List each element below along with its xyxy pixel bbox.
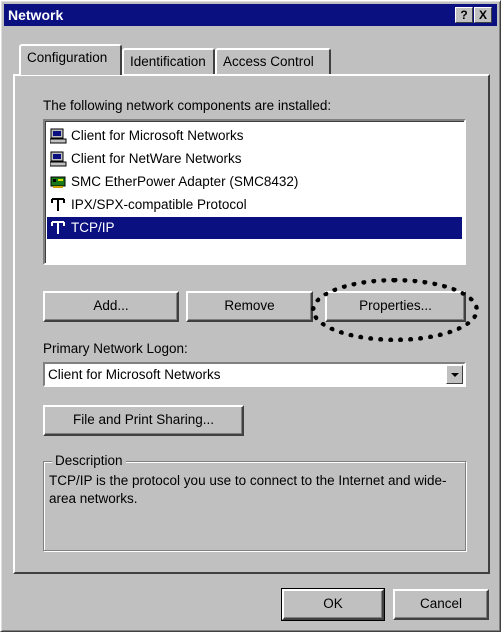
network-dialog: Network ? X Configuration Identification…	[0, 0, 501, 632]
adapter-icon	[50, 174, 67, 190]
description-text: TCP/IP is the protocol you use to connec…	[49, 473, 447, 506]
components-label: The following network components are ins…	[43, 98, 332, 113]
tab-identification-label: Identification	[130, 54, 206, 69]
logon-select-value: Client for Microsoft Networks	[48, 367, 221, 382]
list-item-selected[interactable]: TCP/IP	[47, 217, 462, 239]
logon-label: Primary Network Logon:	[43, 341, 188, 356]
close-button[interactable]: X	[474, 7, 492, 23]
client-icon	[49, 128, 67, 144]
title-bar[interactable]: Network ? X	[4, 4, 497, 26]
list-item[interactable]: IPX/SPX-compatible Protocol	[47, 194, 462, 216]
tab-identification[interactable]: Identification	[122, 48, 215, 76]
chevron-down-icon[interactable]	[446, 365, 463, 384]
file-print-sharing-button[interactable]: File and Print Sharing...	[43, 405, 244, 436]
tab-access-control-label: Access Control	[223, 54, 314, 69]
description-legend: Description	[52, 453, 126, 469]
list-item-label: Client for NetWare Networks	[71, 151, 242, 166]
logon-select[interactable]: Client for Microsoft Networks	[43, 362, 466, 387]
tab-configuration-label: Configuration	[27, 50, 108, 65]
protocol-icon	[50, 197, 67, 213]
remove-button[interactable]: Remove	[186, 291, 313, 322]
protocol-icon	[50, 220, 67, 236]
list-item[interactable]: SMC EtherPower Adapter (SMC8432)	[47, 171, 462, 193]
window-title: Network	[8, 7, 64, 23]
help-button[interactable]: ?	[455, 7, 473, 23]
list-item-label: SMC EtherPower Adapter (SMC8432)	[71, 174, 299, 189]
list-item-label: Client for Microsoft Networks	[71, 128, 244, 143]
tab-access-control[interactable]: Access Control	[215, 48, 331, 76]
cancel-button[interactable]: Cancel	[393, 589, 489, 620]
list-item[interactable]: Client for Microsoft Networks	[47, 125, 462, 147]
list-item[interactable]: Client for NetWare Networks	[47, 148, 462, 170]
tab-configuration[interactable]: Configuration	[19, 44, 122, 75]
ok-button[interactable]: OK	[281, 588, 385, 621]
add-button[interactable]: Add...	[43, 291, 179, 322]
components-list[interactable]: Client for Microsoft Networks Client for…	[43, 119, 466, 265]
list-item-label: IPX/SPX-compatible Protocol	[71, 197, 247, 212]
properties-button[interactable]: Properties...	[325, 291, 466, 322]
client-icon	[49, 151, 67, 167]
list-item-label: TCP/IP	[71, 220, 115, 235]
description-group: Description TCP/IP is the protocol you u…	[43, 453, 466, 551]
